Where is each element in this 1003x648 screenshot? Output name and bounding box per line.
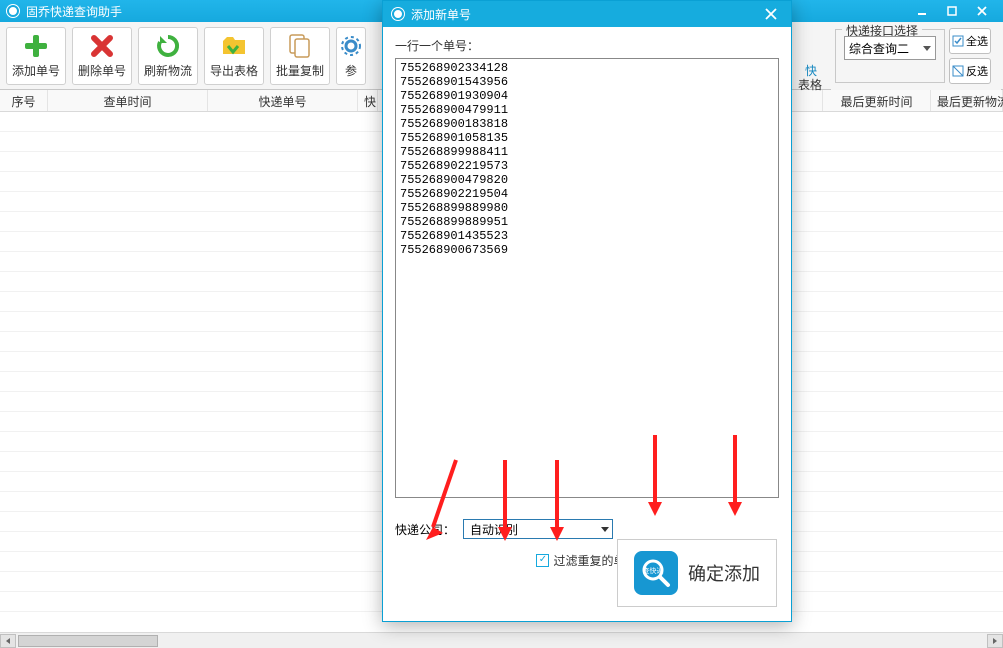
col-last-update[interactable]: 最后更新时间 [823, 90, 931, 111]
annotation-arrow-icon [490, 455, 520, 545]
peek-kuai-label: 快 [805, 62, 817, 79]
checkbox-icon [536, 554, 549, 567]
svg-text:查快递: 查快递 [643, 566, 664, 575]
add-button[interactable]: 添加单号 [6, 27, 66, 85]
params-label: 参 [345, 62, 357, 79]
annotation-arrow-icon [542, 455, 572, 545]
refresh-icon [154, 32, 182, 60]
annotation-arrow-icon [640, 430, 670, 520]
invert-icon [952, 65, 964, 77]
export-label: 导出表格 [210, 62, 258, 79]
invert-select-button[interactable]: 反选 [949, 58, 991, 84]
scroll-left-button[interactable] [0, 634, 16, 648]
refresh-label: 刷新物流 [144, 62, 192, 79]
col-last-logistics[interactable]: 最后更新物流 [931, 90, 1003, 111]
dialog-close-button[interactable] [759, 4, 783, 24]
annotation-arrow-icon [421, 455, 461, 545]
interface-select[interactable]: 综合查询二 [844, 36, 936, 60]
checklist-icon [952, 35, 964, 47]
company-select[interactable]: 自动识别 [463, 519, 613, 539]
annotation-arrow-icon [720, 430, 750, 520]
textarea-label: 一行一个单号： [395, 37, 779, 54]
horizontal-scrollbar[interactable] [0, 632, 1003, 648]
delete-button[interactable]: 删除单号 [72, 27, 132, 85]
add-label: 添加单号 [12, 62, 60, 79]
cross-icon [88, 32, 116, 60]
interface-value: 综合查询二 [849, 40, 909, 57]
confirm-label: 确定添加 [688, 560, 760, 586]
select-all-label: 全选 [966, 33, 988, 49]
copy-label: 批量复制 [276, 62, 324, 79]
params-button[interactable]: 参 [336, 27, 366, 85]
folder-icon [220, 32, 248, 60]
plus-icon [22, 32, 50, 60]
select-all-button[interactable]: 全选 [949, 28, 991, 54]
interface-fieldset: 快递接口选择 综合查询二 [835, 29, 945, 83]
maximize-button[interactable] [937, 1, 967, 21]
scroll-right-button[interactable] [987, 634, 1003, 648]
col-index[interactable]: 序号 [0, 90, 48, 111]
col-query-time[interactable]: 查单时间 [48, 90, 208, 111]
confirm-add-button[interactable]: 查快递 确定添加 [617, 539, 777, 607]
copy-button[interactable]: 批量复制 [270, 27, 330, 85]
export-button[interactable]: 导出表格 [204, 27, 264, 85]
dialog-titlebar: 添加新单号 [383, 1, 791, 27]
close-button[interactable] [967, 1, 997, 21]
app-icon [6, 4, 20, 18]
select-buttons: 全选 反选 [949, 28, 991, 84]
minimize-button[interactable] [907, 1, 937, 21]
dialog-title: 添加新单号 [411, 6, 759, 23]
copy-icon [286, 32, 314, 60]
search-tracking-icon: 查快递 [634, 551, 678, 595]
scroll-thumb[interactable] [18, 635, 158, 647]
dialog-icon [391, 7, 405, 21]
refresh-button[interactable]: 刷新物流 [138, 27, 198, 85]
right-panel: 快递接口选择 综合查询二 全选 反选 [831, 22, 1001, 90]
delete-label: 删除单号 [78, 62, 126, 79]
col-k[interactable]: 快 [358, 90, 378, 111]
col-tracking[interactable]: 快递单号 [208, 90, 358, 111]
gear-icon [337, 32, 365, 60]
invert-label: 反选 [966, 63, 988, 79]
